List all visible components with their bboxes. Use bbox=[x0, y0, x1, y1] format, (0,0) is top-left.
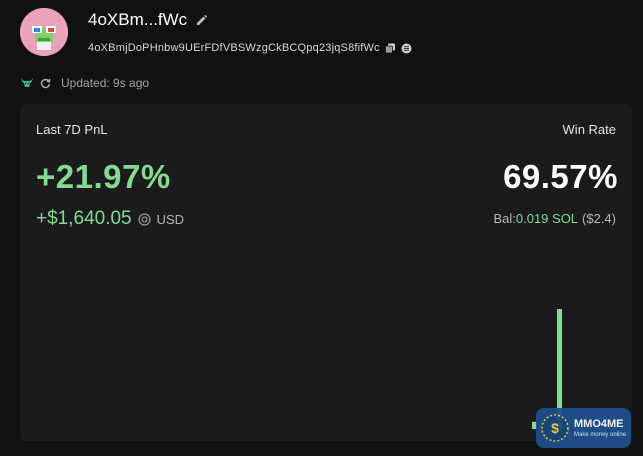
avatar[interactable] bbox=[20, 8, 68, 56]
bull-icon bbox=[20, 77, 34, 89]
pnl-amount-row: +$1,640.05 USD bbox=[36, 208, 184, 230]
watermark-badge: $ MMO4ME Make money online bbox=[536, 408, 631, 448]
win-rate-value: 69.57% bbox=[503, 158, 618, 195]
address-row: 4oXBmjDoPHnbw9UErFDfVBSWzgCkBCQpq23jqS8f… bbox=[88, 42, 412, 54]
svg-text:$: $ bbox=[551, 420, 559, 436]
updated-text: Updated: 9s ago bbox=[61, 76, 150, 90]
balance-value: 0.019 SOL bbox=[515, 211, 579, 226]
watermark-title: MMO4ME bbox=[574, 417, 624, 430]
win-rate-label: Win Rate bbox=[562, 122, 616, 137]
balance-row: Bal: 0.019 SOL ($2.4) bbox=[493, 211, 616, 226]
pnl-card: Last 7D PnL Win Rate +21.97% 69.57% +$1,… bbox=[20, 104, 632, 441]
copy-icon[interactable] bbox=[384, 43, 396, 54]
balance-label: Bal: bbox=[493, 211, 516, 226]
refresh-icon[interactable] bbox=[40, 78, 51, 89]
currency-icon[interactable] bbox=[138, 212, 151, 226]
avatar-image bbox=[20, 8, 68, 56]
wallet-name: 4oXBm...fWc bbox=[88, 10, 188, 29]
updated-row: Updated: 9s ago bbox=[20, 76, 149, 90]
pnl-label: Last 7D PnL bbox=[36, 122, 108, 137]
balance-usd: ($2.4) bbox=[582, 211, 616, 226]
pencil-icon[interactable] bbox=[195, 14, 208, 27]
watermark-logo-icon: $ bbox=[540, 413, 570, 443]
pnl-amount: +$1,640.05 bbox=[36, 208, 132, 229]
watermark-subtitle: Make money online bbox=[574, 431, 627, 438]
explorer-icon[interactable] bbox=[401, 43, 412, 54]
wallet-page: 4oXBm...fWc 4oXBmjDoPHnbw9UErFDfVBSWzgCk… bbox=[0, 0, 643, 456]
wallet-address: 4oXBmjDoPHnbw9UErFDfVBSWzgCkBCQpq23jqS8f… bbox=[88, 42, 380, 54]
currency-label: USD bbox=[156, 211, 185, 227]
title-row: 4oXBm...fWc bbox=[88, 10, 208, 30]
pnl-percent: +21.97% bbox=[36, 158, 171, 195]
